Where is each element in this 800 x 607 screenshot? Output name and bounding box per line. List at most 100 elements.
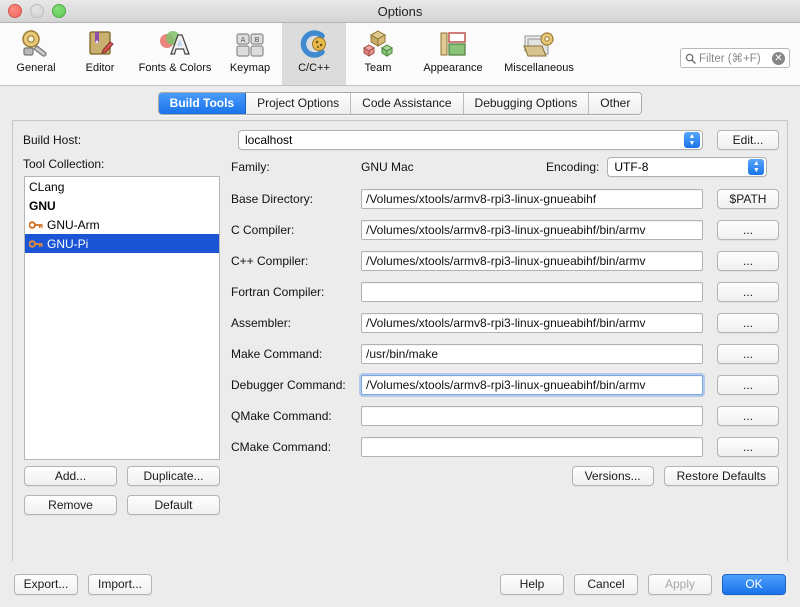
toolbar-item-c-cplusplus[interactable]: C/C++ — [282, 23, 346, 85]
toolbar-item-miscellaneous[interactable]: Miscellaneous — [496, 23, 582, 85]
tab-other[interactable]: Other — [589, 92, 642, 114]
chevron-updown-icon[interactable]: ▲ ▼ — [684, 132, 700, 148]
c-compiler-browse-button[interactable]: ... — [717, 220, 779, 240]
make-command-label: Make Command: — [231, 347, 323, 361]
restore-defaults-button[interactable]: Restore Defaults — [663, 466, 779, 486]
toolbar-item-label: Editor — [85, 62, 115, 74]
build-host-row: Build Host: localhost ▲ ▼ Edit... — [23, 129, 779, 151]
ok-button[interactable]: OK — [722, 573, 786, 595]
tool-collection-item-label: GNU — [29, 198, 56, 213]
assembler-label: Assembler: — [231, 316, 292, 330]
assembler-browse-button[interactable]: ... — [717, 313, 779, 333]
apply-button: Apply — [648, 573, 712, 595]
toolbar-item-fonts-colors[interactable]: Fonts & Colors — [132, 23, 218, 85]
gear-wrench-icon — [22, 30, 47, 57]
tab-segmented-control: Build Tools Project Options Code Assista… — [157, 91, 643, 115]
debugger-command-label: Debugger Command: — [231, 378, 346, 392]
cpp-compiler-browse-button[interactable]: ... — [717, 251, 779, 271]
search-icon — [685, 53, 696, 64]
assembler-input[interactable]: /Volumes/xtools/armv8-rpi3-linux-gnueabi… — [361, 313, 703, 333]
family-label: Family: — [231, 160, 270, 174]
tab-build-tools[interactable]: Build Tools — [158, 92, 247, 114]
base-directory-row: Base Directory: /Volumes/xtools/armv8-rp… — [231, 189, 779, 209]
c-compiler-row: C Compiler: /Volumes/xtools/armv8-rpi3-l… — [231, 220, 779, 240]
toolbar-item-keymap[interactable]: A B Keymap — [218, 23, 282, 85]
make-command-browse-button[interactable]: ... — [717, 344, 779, 364]
make-command-input[interactable]: /usr/bin/make — [361, 344, 703, 364]
tab-project-options[interactable]: Project Options — [246, 92, 352, 114]
tool-collection-buttons: Add... Duplicate... Remove Default — [24, 466, 220, 524]
qmake-command-input[interactable] — [361, 406, 703, 426]
make-command-row: Make Command: /usr/bin/make ... — [231, 344, 779, 364]
qmake-command-row: QMake Command: ... — [231, 406, 779, 426]
import-button[interactable]: Import... — [88, 573, 152, 595]
default-tool-collection-button[interactable]: Default — [127, 495, 220, 515]
c-compiler-input[interactable]: /Volumes/xtools/armv8-rpi3-linux-gnueabi… — [361, 220, 703, 240]
chevron-updown-icon[interactable]: ▲ ▼ — [748, 159, 765, 175]
toolbar-item-label: Miscellaneous — [504, 62, 574, 74]
list-item[interactable]: GNU — [25, 196, 219, 215]
svg-text:B: B — [255, 36, 260, 44]
close-button-icon[interactable] — [8, 4, 22, 18]
build-host-label: Build Host: — [23, 133, 82, 147]
toolbar-item-label: Team — [364, 62, 392, 74]
fortran-compiler-input[interactable] — [361, 282, 703, 302]
toolbar-item-team[interactable]: Team — [346, 23, 410, 85]
toolbar-item-editor[interactable]: Editor — [68, 23, 132, 85]
fortran-compiler-row: Fortran Compiler: ... — [231, 282, 779, 302]
tab-bar: Build Tools Project Options Code Assista… — [0, 86, 800, 120]
tool-collection-list[interactable]: CLang GNU GNU-Arm GNU-Pi — [24, 176, 220, 460]
toolbar-item-general[interactable]: General — [4, 23, 68, 85]
versions-button[interactable]: Versions... — [571, 466, 654, 486]
dialog-footer: Export... Import... Help Cancel Apply OK — [0, 561, 800, 607]
c-compiler-label: C Compiler: — [231, 223, 295, 237]
qmake-command-browse-button[interactable]: ... — [717, 406, 779, 426]
debugger-command-browse-button[interactable]: ... — [717, 375, 779, 395]
tab-debugging-options[interactable]: Debugging Options — [463, 92, 590, 114]
cancel-button[interactable]: Cancel — [574, 573, 638, 595]
tool-collection-item-label: GNU-Arm — [47, 217, 100, 232]
duplicate-tool-collection-button[interactable]: Duplicate... — [127, 466, 220, 486]
toolbar-item-label: Fonts & Colors — [138, 62, 212, 74]
qmake-command-label: QMake Command: — [231, 409, 332, 423]
cmake-command-input[interactable] — [361, 437, 703, 457]
svg-text:A: A — [241, 36, 246, 44]
base-directory-input[interactable]: /Volumes/xtools/armv8-rpi3-linux-gnueabi… — [361, 189, 703, 209]
fonts-colors-icon — [160, 31, 190, 55]
key-icon — [29, 220, 43, 229]
cpp-compiler-input[interactable]: /Volumes/xtools/armv8-rpi3-linux-gnueabi… — [361, 251, 703, 271]
miscellaneous-icon — [523, 32, 554, 57]
window-title: Options — [377, 3, 423, 19]
debugger-command-input[interactable]: /Volumes/xtools/armv8-rpi3-linux-gnueabi… — [361, 375, 703, 395]
c-cplusplus-icon — [300, 30, 326, 58]
filter-search-field[interactable]: Filter (⌘+F) ✕ — [680, 48, 790, 68]
toolbar-item-label: C/C++ — [298, 62, 330, 74]
encoding-combobox[interactable]: UTF-8 ▲ ▼ — [607, 157, 768, 177]
toolbar-item-appearance[interactable]: Appearance — [410, 23, 496, 85]
zoom-button-icon[interactable] — [52, 4, 66, 18]
cpp-compiler-label: C++ Compiler: — [231, 254, 309, 268]
fortran-compiler-browse-button[interactable]: ... — [717, 282, 779, 302]
encoding-label: Encoding: — [546, 160, 600, 174]
list-item[interactable]: CLang — [25, 177, 219, 196]
export-button[interactable]: Export... — [14, 573, 78, 595]
tool-collection-item-label: GNU-Pi — [47, 236, 89, 251]
base-directory-path-button[interactable]: $PATH — [717, 189, 779, 209]
build-host-combobox[interactable]: localhost ▲ ▼ — [238, 130, 703, 150]
cmake-command-label: CMake Command: — [231, 440, 332, 454]
tab-code-assistance[interactable]: Code Assistance — [351, 92, 464, 114]
cmake-command-browse-button[interactable]: ... — [717, 437, 779, 457]
remove-tool-collection-button[interactable]: Remove — [24, 495, 117, 515]
keyboard-icon: A B — [236, 33, 264, 57]
edit-build-host-button[interactable]: Edit... — [717, 130, 779, 150]
footer-left-buttons: Export... Import... — [14, 573, 152, 595]
preferences-toolbar: General Editor Fonts & Colors A B Keymap… — [0, 23, 800, 86]
list-item[interactable]: GNU-Pi — [25, 234, 219, 253]
fortran-compiler-label: Fortran Compiler: — [231, 285, 325, 299]
help-button[interactable]: Help — [500, 573, 564, 595]
minimize-button-icon[interactable] — [30, 4, 44, 18]
list-item[interactable]: GNU-Arm — [25, 215, 219, 234]
debugger-command-row: Debugger Command: /Volumes/xtools/armv8-… — [231, 375, 779, 395]
add-tool-collection-button[interactable]: Add... — [24, 466, 117, 486]
clear-filter-icon[interactable]: ✕ — [772, 51, 785, 65]
